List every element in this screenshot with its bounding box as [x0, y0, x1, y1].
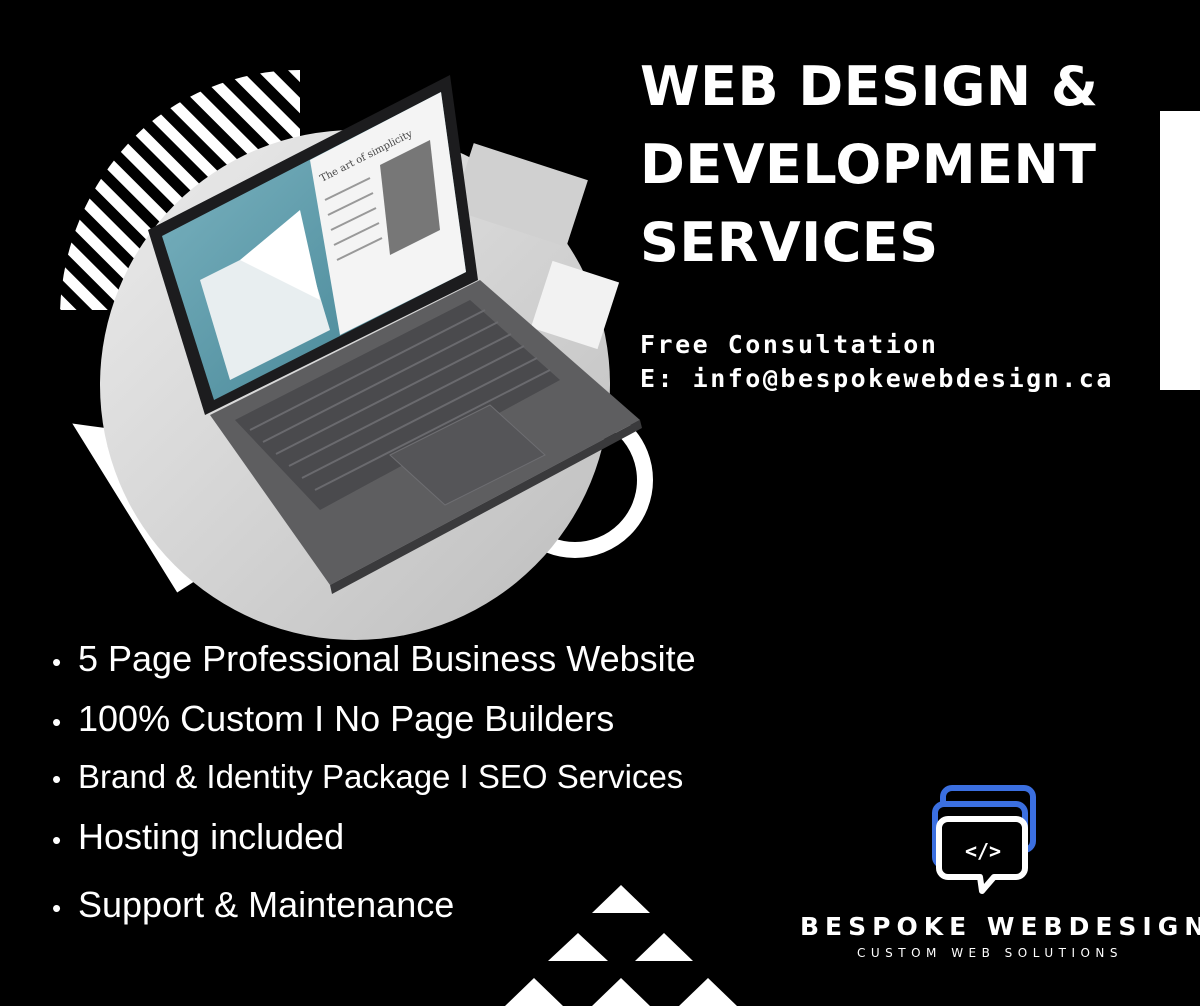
- bullet-icon: •: [52, 825, 62, 855]
- bullet-icon: •: [52, 764, 62, 794]
- feature-item: • Brand & Identity Package I SEO Services: [52, 758, 683, 796]
- feature-text: Hosting included: [78, 816, 345, 857]
- email-text[interactable]: E: info@bespokewebdesign.ca: [640, 362, 1114, 396]
- feature-item: • 5 Page Professional Business Website: [52, 638, 696, 680]
- feature-text: 5 Page Professional Business Website: [78, 638, 696, 679]
- bullet-icon: •: [52, 647, 62, 677]
- brand-tagline: CUSTOM WEB SOLUTIONS: [856, 946, 1124, 960]
- feature-item: • Support & Maintenance: [52, 884, 454, 926]
- headline-line-3: SERVICES: [640, 211, 939, 274]
- accent-bar: [1160, 111, 1200, 390]
- bullet-icon: •: [52, 707, 62, 737]
- feature-text: Support & Maintenance: [78, 884, 455, 925]
- bullet-icon: •: [52, 893, 62, 923]
- brand-name: BESPOKE WEBDESIGN: [800, 912, 1200, 941]
- headline: WEB DESIGN & DEVELOPMENT SERVICES: [640, 48, 1099, 282]
- code-chat-bubbles-icon: </>: [932, 785, 1036, 894]
- triangle-stack-decoration: [505, 885, 737, 1006]
- feature-text: 100% Custom I No Page Builders: [78, 698, 615, 739]
- feature-item: • 100% Custom I No Page Builders: [52, 698, 614, 740]
- contact-info: Free Consultation E: info@bespokewebdesi…: [640, 328, 1114, 396]
- consultation-text: Free Consultation: [640, 330, 939, 359]
- svg-text:</>: </>: [965, 839, 1001, 863]
- feature-text: Brand & Identity Package I SEO Services: [78, 758, 684, 795]
- headline-line-2: DEVELOPMENT: [640, 133, 1097, 196]
- feature-item: • Hosting included: [52, 816, 344, 858]
- headline-line-1: WEB DESIGN &: [640, 55, 1099, 118]
